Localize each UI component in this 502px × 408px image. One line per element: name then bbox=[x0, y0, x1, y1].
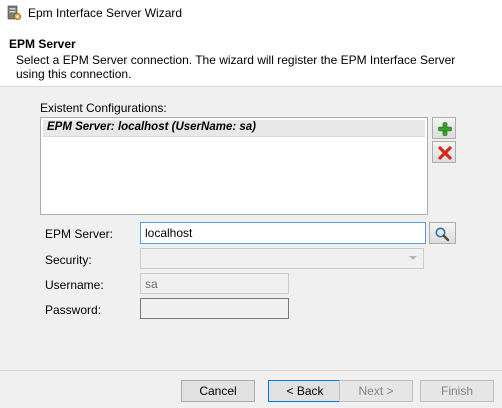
green-plus-icon bbox=[438, 122, 452, 136]
wizard-header: EPM Server Select a EPM Server connectio… bbox=[0, 26, 502, 87]
username-input[interactable] bbox=[141, 274, 288, 293]
password-input[interactable] bbox=[141, 299, 288, 318]
red-x-icon bbox=[438, 146, 452, 160]
username-label: Username: bbox=[45, 278, 104, 292]
security-select[interactable] bbox=[140, 248, 424, 269]
title-bar: Epm Interface Server Wizard bbox=[0, 0, 502, 26]
configurations-label: Existent Configurations: bbox=[40, 101, 167, 115]
finish-button[interactable]: Finish bbox=[420, 380, 494, 402]
page-title: EPM Server bbox=[9, 37, 76, 51]
magnifier-icon bbox=[435, 227, 450, 242]
cancel-button[interactable]: Cancel bbox=[181, 380, 255, 402]
window-title: Epm Interface Server Wizard bbox=[28, 6, 183, 20]
page-description: Select a EPM Server connection. The wiza… bbox=[16, 53, 456, 81]
epm-server-field[interactable] bbox=[140, 222, 426, 244]
chevron-down-icon bbox=[409, 256, 417, 260]
list-item[interactable]: EPM Server: localhost (UserName: sa) bbox=[43, 120, 425, 137]
next-button[interactable]: Next > bbox=[339, 380, 413, 402]
add-configuration-button[interactable] bbox=[432, 117, 456, 139]
username-field[interactable] bbox=[140, 273, 289, 294]
password-field[interactable] bbox=[140, 298, 289, 319]
epm-server-label: EPM Server: bbox=[45, 227, 114, 241]
configurations-list[interactable]: EPM Server: localhost (UserName: sa) bbox=[40, 117, 428, 215]
security-label: Security: bbox=[45, 253, 92, 267]
password-label: Password: bbox=[45, 303, 102, 317]
back-button[interactable]: < Back bbox=[268, 380, 342, 402]
epm-server-input[interactable] bbox=[141, 223, 425, 243]
server-gear-icon bbox=[6, 5, 22, 21]
remove-configuration-button[interactable] bbox=[432, 141, 456, 163]
list-item-label: EPM Server: localhost (UserName: sa) bbox=[47, 121, 256, 133]
search-server-button[interactable] bbox=[429, 222, 456, 244]
